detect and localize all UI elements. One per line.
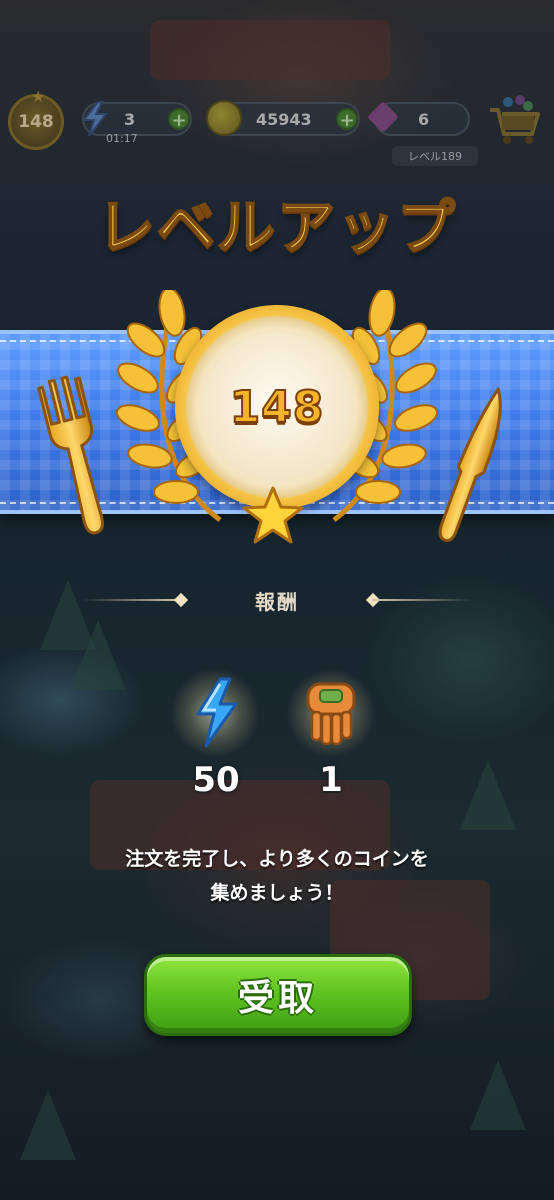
gem-counter: 6 + (367, 101, 470, 136)
energy-counter: 3 + (81, 101, 192, 137)
next-level-label: レベル189 (392, 146, 478, 166)
new-level-number: 148 (229, 381, 325, 434)
level-plate: 148 (175, 305, 379, 509)
level-up-message: 注文を完了し、より多くのコインを 集めましょう！ (40, 842, 514, 910)
energy-value: 3 (124, 110, 136, 129)
reward-gloves-value: 1 (319, 760, 343, 800)
claim-button-label: 受取 (237, 978, 318, 1019)
star-icon (242, 486, 304, 544)
level-up-title: レベルアップ (96, 192, 457, 262)
gem-value: 6 (418, 110, 430, 129)
player-level-badge[interactable]: ★ 148 (8, 87, 64, 150)
claim-button[interactable]: 受取 (144, 954, 412, 1036)
add-energy-button[interactable]: + (168, 108, 190, 131)
energy-bolt-icon (196, 677, 238, 748)
star-icon: ★ (31, 87, 46, 106)
plate-center: 148 (203, 333, 351, 481)
top-hud: ★ 148 3 + 01:17 45943 6 + + レベル189 (0, 87, 554, 166)
gloves-icon (306, 682, 356, 746)
energy-timer: 01:17 (106, 132, 138, 145)
coin-icon (206, 100, 242, 136)
message-line-1: 注文を完了し、より多くのコインを (125, 848, 429, 870)
reward-divider-right (372, 599, 472, 601)
reward-energy-value: 50 (192, 760, 240, 800)
message-line-2: 集めましょう！ (210, 882, 344, 904)
add-coin-button[interactable]: + (336, 108, 358, 131)
coin-value: 45943 (256, 110, 312, 129)
gem-icon (367, 101, 399, 133)
shop-cart-icon[interactable] (484, 94, 542, 146)
player-level-value: 148 (18, 112, 54, 132)
